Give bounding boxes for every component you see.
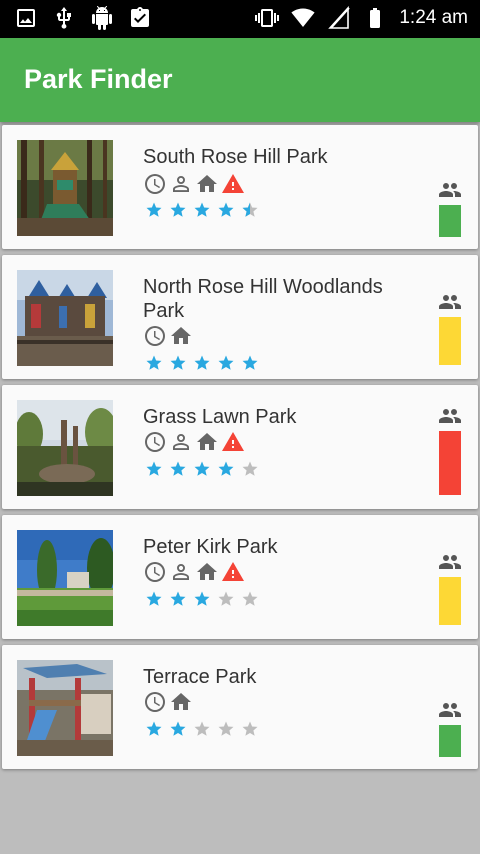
clock-icon [145, 326, 165, 346]
home-icon [171, 327, 191, 344]
warning-icon [222, 174, 244, 193]
amenity-icons [143, 560, 245, 584]
home-icon [197, 175, 217, 192]
star-icon [146, 355, 162, 370]
park-name: Peter Kirk Park [143, 536, 278, 558]
star-icon [218, 202, 234, 217]
status-time: 1:24 am [399, 7, 468, 28]
crowd-indicator [438, 293, 462, 365]
clock-icon [145, 174, 165, 194]
crowd-indicator [438, 181, 462, 237]
people-icon [439, 555, 461, 569]
crowd-indicator [438, 553, 462, 625]
people-icon [439, 183, 461, 197]
park-card[interactable]: Peter Kirk Park [2, 515, 478, 639]
star-empty-icon [242, 591, 258, 606]
star-empty-icon [242, 461, 258, 476]
rating-stars [145, 354, 259, 372]
star-icon [170, 461, 186, 476]
wifi-icon [291, 8, 315, 27]
rating-stars [145, 201, 259, 219]
crowd-level-bar [439, 577, 461, 625]
person-icon [173, 564, 189, 580]
clock-icon [145, 432, 165, 452]
star-icon [194, 355, 210, 370]
clock-icon [145, 562, 165, 582]
home-icon [197, 563, 217, 580]
warning-icon [222, 432, 244, 451]
park-card[interactable]: Grass Lawn Park [2, 385, 478, 509]
park-card[interactable]: Terrace Park [2, 645, 478, 769]
app-bar: Park Finder [0, 38, 480, 122]
crowd-level-bar [439, 725, 461, 757]
status-bar-notifications [14, 6, 152, 30]
people-icon [439, 295, 461, 309]
vibrate-icon [255, 9, 280, 27]
park-photo [17, 140, 113, 236]
amenity-icons [143, 324, 193, 348]
star-icon [194, 202, 210, 217]
star-icon [146, 591, 162, 606]
crowd-indicator [438, 701, 462, 757]
park-card[interactable]: North Rose Hill Woodlands Park [2, 255, 478, 379]
park-photo [17, 400, 113, 496]
star-empty-icon [194, 721, 210, 736]
no-signal-icon [328, 6, 351, 29]
android-icon [92, 6, 112, 30]
image-icon [17, 9, 35, 27]
status-bar: 1:24 am [0, 0, 480, 38]
clock-icon [145, 692, 165, 712]
star-icon [242, 355, 258, 370]
star-icon [146, 202, 162, 217]
star-icon [146, 721, 162, 736]
battery-icon [370, 8, 381, 28]
rating-stars [145, 460, 259, 478]
crowd-indicator [438, 407, 462, 495]
app-title: Park Finder [24, 64, 173, 94]
park-card[interactable]: South Rose Hill Park [2, 125, 478, 249]
crowd-level-bar [439, 431, 461, 495]
people-icon [439, 409, 461, 423]
star-empty-icon [242, 721, 258, 736]
star-icon [194, 591, 210, 606]
star-icon [194, 461, 210, 476]
rating-stars [145, 590, 259, 608]
park-name: Terrace Park [143, 666, 257, 688]
amenity-icons [143, 690, 193, 714]
star-half-icon [242, 202, 258, 217]
star-icon [218, 461, 234, 476]
park-photo [17, 270, 113, 366]
park-name: Grass Lawn Park [143, 406, 297, 428]
warning-icon [222, 562, 244, 581]
crowd-level-bar [439, 317, 461, 365]
usb-icon [56, 7, 71, 29]
star-icon [170, 591, 186, 606]
amenity-icons [143, 430, 245, 454]
park-photo [17, 660, 113, 756]
people-icon [439, 703, 461, 717]
star-icon [170, 355, 186, 370]
star-empty-icon [218, 721, 234, 736]
clipboard-check-icon [131, 7, 149, 27]
star-empty-icon [218, 591, 234, 606]
status-bar-system: 1:24 am [255, 6, 468, 30]
home-icon [197, 433, 217, 450]
park-name: North Rose Hill Woodlands Park [143, 276, 383, 322]
star-icon [146, 461, 162, 476]
star-icon [218, 355, 234, 370]
rating-stars [145, 720, 259, 738]
park-photo [17, 530, 113, 626]
crowd-level-bar [439, 205, 461, 237]
amenity-icons [143, 172, 245, 196]
star-icon [170, 721, 186, 736]
park-name: South Rose Hill Park [143, 146, 328, 168]
person-icon [173, 434, 189, 450]
home-icon [171, 693, 191, 710]
person-icon [173, 176, 189, 192]
star-icon [170, 202, 186, 217]
